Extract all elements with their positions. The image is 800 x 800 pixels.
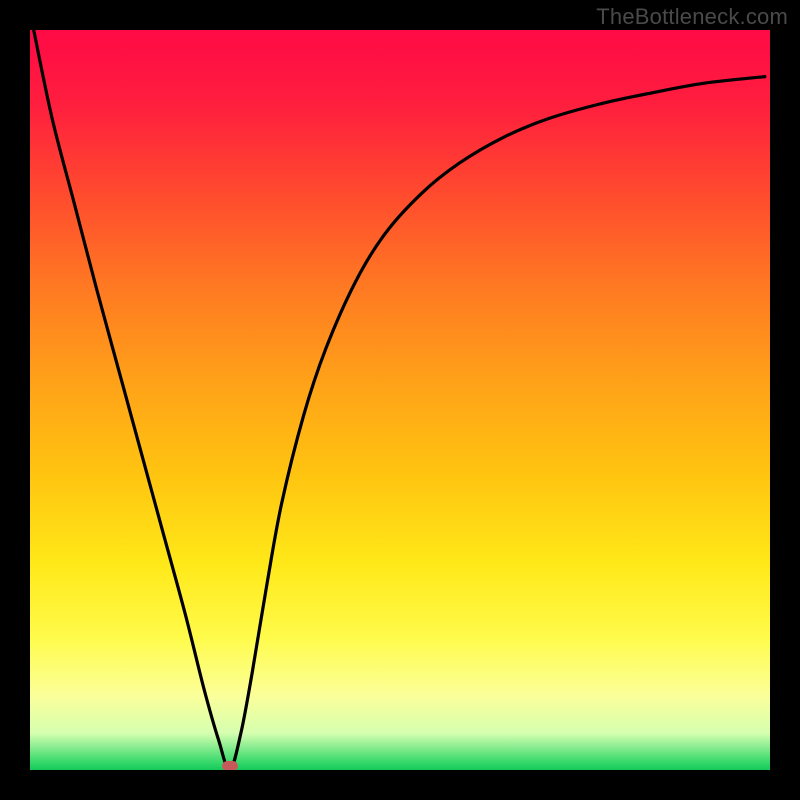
optimal-point-marker [222, 761, 238, 770]
plot-area [30, 30, 770, 770]
chart-frame: TheBottleneck.com [0, 0, 800, 800]
curve-svg [30, 30, 770, 770]
watermark-text: TheBottleneck.com [596, 4, 788, 30]
bottleneck-curve [34, 30, 765, 770]
